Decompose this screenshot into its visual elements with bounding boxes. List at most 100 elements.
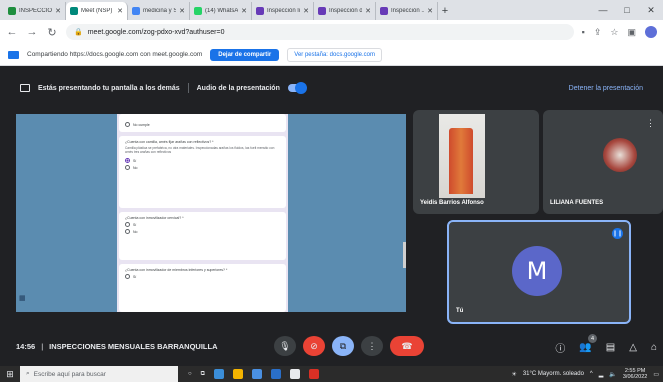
taskbar-search[interactable]: ⌕ Escribe aquí para buscar: [20, 366, 178, 382]
profile-avatar[interactable]: [645, 26, 657, 38]
question-title: ¿Cuenta con inmovilizador de miembros in…: [125, 268, 228, 272]
reload-icon[interactable]: ↻: [46, 26, 58, 39]
system-tray: ☀ 31°C Mayorm. soleado ^ ▂ 🔈 2:55 PM 3/0…: [511, 368, 663, 380]
cortana-icon[interactable]: ○: [188, 371, 192, 377]
option-label: Sí: [133, 158, 137, 163]
start-icon[interactable]: ⊞: [0, 366, 20, 382]
notifications-icon[interactable]: ▭: [653, 371, 659, 378]
favicon-icon: [318, 7, 326, 15]
self-tile[interactable]: ❙❙ M Tú: [447, 220, 631, 324]
browser-tab[interactable]: Inspección ... ✕: [376, 2, 438, 20]
form-question-card: ¿Cuenta con inmovilizador de miembros in…: [119, 264, 286, 312]
browser-tab[interactable]: Inspección lineu...✕: [252, 2, 314, 20]
tab-title: INSPECCIONES | ...: [19, 8, 53, 14]
close-tab-icon[interactable]: ✕: [179, 7, 185, 15]
app-icon[interactable]: [308, 369, 319, 379]
people-icon[interactable]: 👥: [579, 342, 591, 353]
tab-title: (14) WhatsApp: [205, 8, 239, 14]
radio-option[interactable]: Sí: [125, 274, 280, 279]
back-icon[interactable]: ←: [6, 26, 18, 38]
stop-sharing-button[interactable]: Dejar de compartir: [210, 48, 280, 61]
share-icon[interactable]: ⇪: [594, 27, 602, 38]
meeting-time: 14:56: [16, 342, 36, 351]
maximize-icon[interactable]: □: [615, 0, 639, 20]
address-bar[interactable]: 🔒 meet.google.com/zog-pdxo-xvd?authuser=…: [66, 24, 574, 40]
grid-icon: ▦: [19, 295, 26, 302]
video-figure: [449, 128, 473, 194]
tray-chevron-icon[interactable]: ^: [590, 371, 593, 377]
minimize-icon[interactable]: —: [591, 0, 615, 20]
file-explorer-icon[interactable]: [232, 369, 243, 379]
lock-icon[interactable]: 🔒: [74, 28, 83, 36]
meeting-side-controls: ⓘ 👥 ▤ △ ⌂: [555, 340, 657, 355]
radio-button[interactable]: [125, 274, 130, 279]
mail-icon[interactable]: [270, 369, 281, 379]
favicon-icon: [194, 7, 202, 15]
option-label: Sí: [133, 222, 137, 227]
chrome-icon[interactable]: [289, 369, 300, 379]
browser-tab[interactable]: (14) WhatsApp✕: [190, 2, 252, 20]
volume-icon[interactable]: 🔈: [609, 371, 616, 378]
stop-presenting-button[interactable]: Detener la presentación: [569, 85, 643, 92]
network-icon[interactable]: ▂: [599, 371, 604, 378]
browser-tab[interactable]: Inspección de co...✕: [314, 2, 376, 20]
radio-button[interactable]: [125, 229, 130, 234]
browser-tab[interactable]: INSPECCIONES | ...✕: [4, 2, 66, 20]
forward-icon[interactable]: →: [26, 26, 38, 38]
close-tab-icon[interactable]: ✕: [117, 7, 123, 15]
camera-off-button[interactable]: ⊘: [303, 336, 325, 356]
taskbar-apps: ○ ⧉: [188, 369, 319, 379]
favicon-icon: [380, 7, 388, 15]
close-tab-icon[interactable]: ✕: [427, 7, 433, 15]
camera-icon[interactable]: ▪: [582, 27, 585, 37]
weather-icon[interactable]: ☀: [511, 371, 516, 378]
task-view-icon[interactable]: ⧉: [201, 371, 205, 378]
scrollbar[interactable]: [403, 242, 406, 268]
radio-button[interactable]: [125, 165, 130, 171]
tab-list: INSPECCIONES | ...✕Meet (NSP)✕medicina y…: [4, 2, 438, 20]
edge-icon[interactable]: [213, 369, 224, 379]
new-tab-button[interactable]: +: [438, 2, 452, 20]
info-icon[interactable]: ⓘ: [555, 340, 565, 355]
browser-tab[interactable]: medicina y Seg...✕: [128, 2, 190, 20]
more-options-icon[interactable]: ⋮: [646, 118, 655, 129]
radio-option[interactable]: Sí: [125, 158, 280, 164]
close-window-icon[interactable]: ✕: [639, 0, 663, 20]
form-question-card: ¿Cuenta con camilla, arnés fijar arañas …: [119, 136, 286, 208]
close-tab-icon[interactable]: ✕: [303, 7, 309, 15]
extension-icon[interactable]: ▣: [627, 27, 636, 38]
switch-tab-button[interactable]: Ver pestaña: docs.google.com: [287, 47, 382, 62]
participant-tile[interactable]: ⋮ LILIANA FUENTES: [543, 110, 663, 214]
question-title: ¿Cuenta con camilla, arnés fijar arañas …: [125, 140, 214, 144]
more-options-button[interactable]: ⋮: [361, 336, 383, 356]
weather-text[interactable]: 31°C Mayorm. soleado: [523, 371, 584, 377]
participant-tile[interactable]: Yeidis Barrios Alfonso: [413, 110, 539, 214]
present-now-button[interactable]: ⧉: [332, 336, 354, 356]
presenting-bar: Estás presentando tu pantalla a los demá…: [0, 78, 663, 98]
activities-icon[interactable]: △: [629, 342, 637, 353]
radio-option[interactable]: Sí: [125, 222, 280, 227]
star-icon[interactable]: ☆: [610, 27, 618, 38]
radio-button[interactable]: [125, 158, 130, 164]
avatar: M: [512, 246, 562, 296]
clock[interactable]: 2:55 PM 3/06/2022: [623, 368, 647, 380]
radio-option[interactable]: No: [125, 165, 280, 171]
close-tab-icon[interactable]: ✕: [365, 7, 371, 15]
store-icon[interactable]: [251, 369, 262, 379]
close-tab-icon[interactable]: ✕: [55, 7, 61, 15]
chat-icon[interactable]: ▤: [606, 342, 615, 353]
radio-button[interactable]: [125, 122, 130, 127]
audio-toggle[interactable]: [287, 82, 307, 94]
browser-tab[interactable]: Meet (NSP) ✕: [66, 2, 128, 20]
windows-taskbar: ⊞ ⌕ Escribe aquí para buscar ○ ⧉ ☀ 31°C …: [0, 366, 663, 382]
favicon-icon: [256, 7, 264, 15]
radio-option[interactable]: No: [125, 229, 280, 234]
radio-option[interactable]: No cumple: [125, 122, 280, 127]
close-tab-icon[interactable]: ✕: [241, 7, 247, 15]
screen-share-icon: [8, 50, 19, 59]
host-controls-icon[interactable]: ⌂: [651, 342, 657, 353]
call-controls: 🎙 ⊘ ⧉ ⋮ ☎: [274, 336, 424, 356]
radio-button[interactable]: [125, 222, 130, 227]
end-call-button[interactable]: ☎: [390, 336, 424, 356]
microphone-button[interactable]: 🎙: [274, 336, 296, 356]
